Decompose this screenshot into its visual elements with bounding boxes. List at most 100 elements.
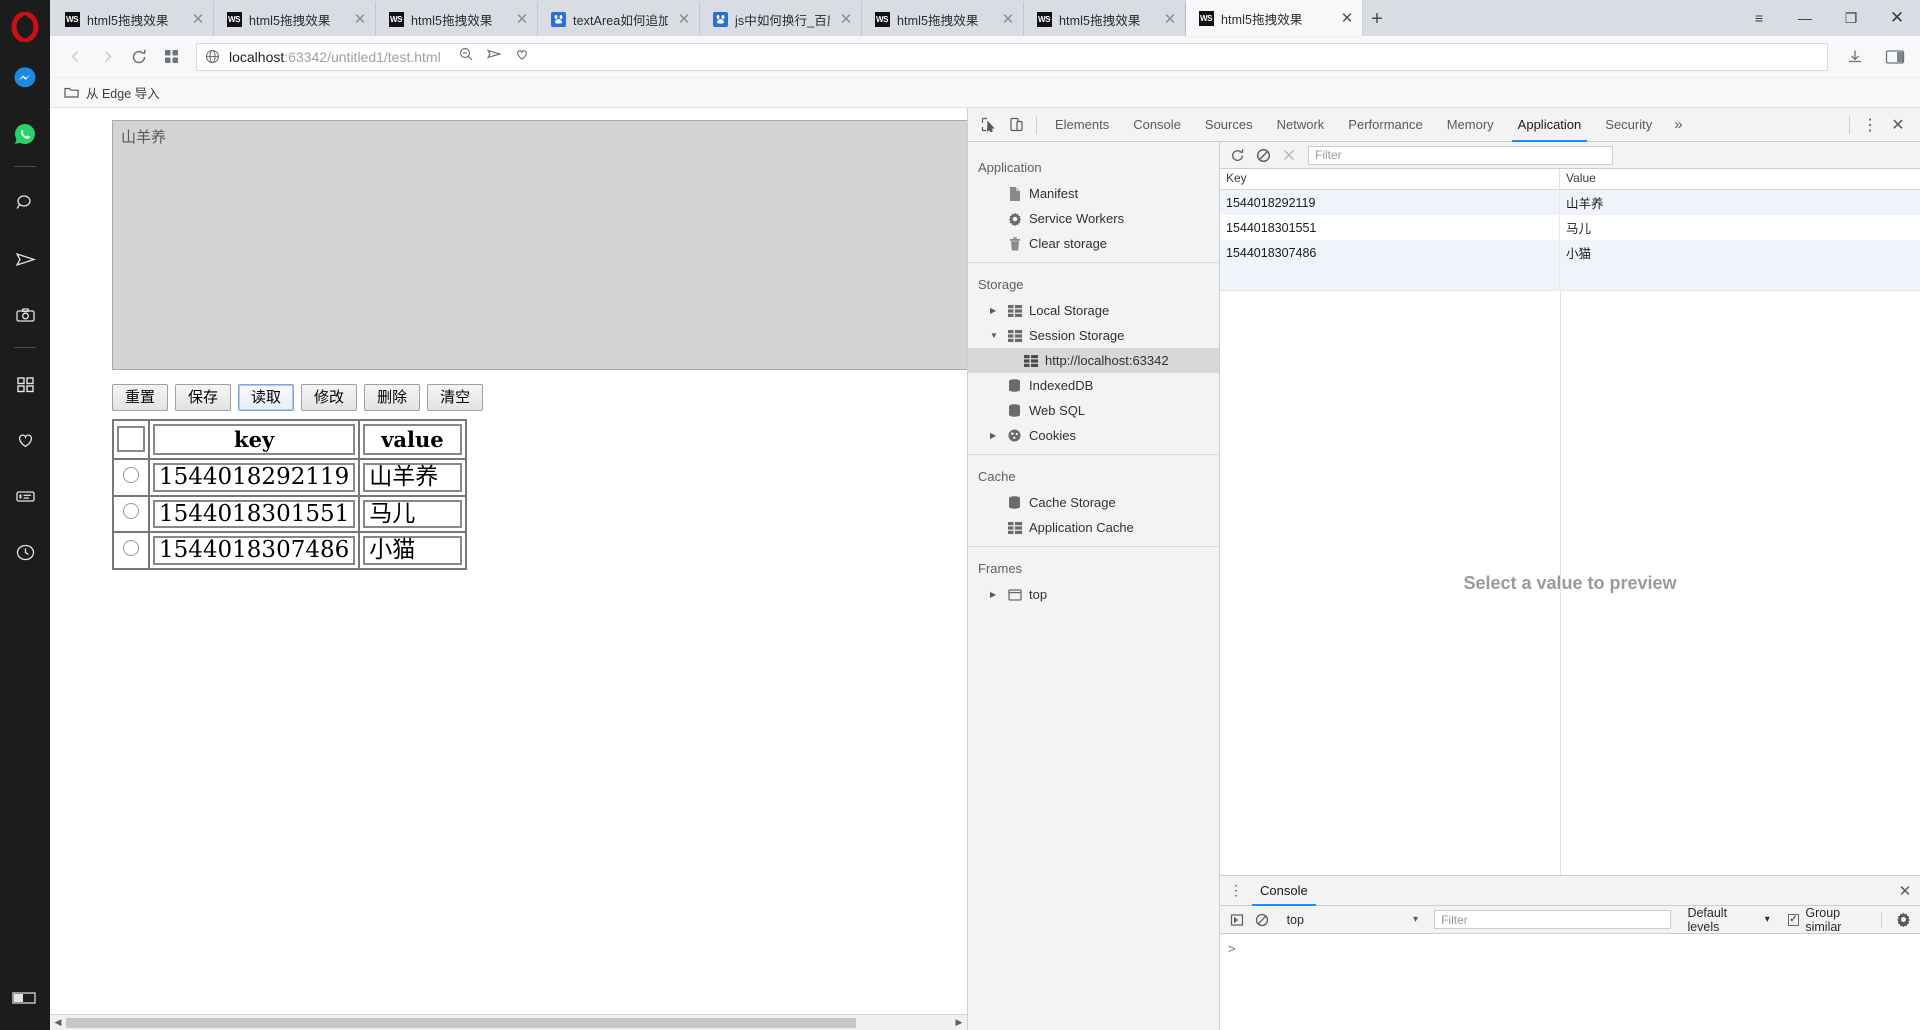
- page-horizontal-scrollbar[interactable]: ◀ ▶: [50, 1014, 967, 1030]
- clear-console-icon[interactable]: [1251, 909, 1272, 931]
- table-row[interactable]: 1544018301551 马儿: [112, 494, 467, 534]
- tab-close-button[interactable]: ✕: [189, 10, 207, 28]
- console-output-area[interactable]: >: [1220, 934, 1920, 1030]
- back-arrow-icon[interactable]: [60, 42, 90, 72]
- search-zoom-icon[interactable]: [458, 46, 474, 67]
- window-menu-button[interactable]: ≡: [1736, 0, 1782, 36]
- tab-security[interactable]: Security: [1593, 108, 1664, 142]
- tab-close-button[interactable]: ✕: [999, 10, 1017, 28]
- messenger-icon[interactable]: [3, 56, 47, 100]
- radio-icon[interactable]: [123, 503, 139, 520]
- maximize-button[interactable]: ❐: [1828, 0, 1874, 36]
- delete-selected-icon[interactable]: [1278, 144, 1300, 166]
- reset-button[interactable]: 重置: [112, 384, 169, 411]
- rail-player-icon[interactable]: [0, 990, 50, 1006]
- checkbox-icon[interactable]: ✓: [1787, 913, 1800, 926]
- column-header-value[interactable]: Value: [1560, 169, 1920, 189]
- minimize-button[interactable]: —: [1782, 0, 1828, 36]
- heart-icon[interactable]: [3, 418, 47, 462]
- tab-0[interactable]: WS html5拖拽效果 ✕: [52, 2, 214, 36]
- sidebar-item-application-cache[interactable]: ▶ Application Cache: [968, 515, 1219, 540]
- devtools-menu-button[interactable]: ⋮: [1856, 111, 1884, 139]
- new-tab-button[interactable]: +: [1362, 2, 1392, 36]
- send-icon[interactable]: [486, 46, 502, 67]
- table-row[interactable]: 1544018301551 马儿: [1220, 215, 1920, 240]
- radio-icon[interactable]: [123, 466, 139, 483]
- delete-button[interactable]: 删除: [364, 384, 421, 411]
- forward-arrow-icon[interactable]: [92, 42, 122, 72]
- reload-arrow-icon[interactable]: [124, 42, 154, 72]
- inspect-element-icon[interactable]: [974, 111, 1002, 139]
- snapshot-icon[interactable]: [3, 293, 47, 337]
- sidebar-item-cookies[interactable]: ▶ Cookies: [968, 423, 1219, 448]
- download-icon[interactable]: [1840, 42, 1870, 72]
- tab-close-button[interactable]: ✕: [837, 10, 855, 28]
- modify-button[interactable]: 修改: [301, 384, 358, 411]
- address-bar[interactable]: localhost:63342/untitled1/test.html: [196, 42, 1828, 71]
- tab-7-active[interactable]: WS html5拖拽效果 ✕: [1186, 0, 1362, 36]
- devtools-close-button[interactable]: ✕: [1884, 111, 1912, 139]
- bookmark-item-edge-import[interactable]: 从 Edge 导入: [86, 83, 160, 102]
- tabs-overflow-button[interactable]: »: [1664, 108, 1692, 142]
- chevron-down-icon[interactable]: ▼: [990, 331, 1000, 340]
- sidebar-item-local-storage[interactable]: ▶ Local Storage: [968, 298, 1219, 323]
- workspaces-icon[interactable]: [3, 362, 47, 406]
- tab-close-button[interactable]: ✕: [1338, 9, 1356, 27]
- clear-all-icon[interactable]: [1252, 144, 1274, 166]
- tab-memory[interactable]: Memory: [1435, 108, 1506, 142]
- table-empty-row[interactable]: [1220, 265, 1920, 290]
- sidebar-item-web-sql[interactable]: ▶ Web SQL: [968, 398, 1219, 423]
- scrollbar-track[interactable]: [66, 1015, 951, 1030]
- scroll-left-arrow[interactable]: ◀: [50, 1018, 66, 1027]
- drawer-close-button[interactable]: ✕: [1890, 876, 1920, 906]
- table-row[interactable]: 1544018307486 小猫: [112, 531, 467, 571]
- row-radio-cell[interactable]: [112, 531, 150, 571]
- tab-2[interactable]: WS html5拖拽效果 ✕: [376, 2, 538, 36]
- sidebar-item-frame-top[interactable]: ▶ top: [968, 582, 1219, 607]
- scroll-right-arrow[interactable]: ▶: [951, 1018, 967, 1027]
- device-toolbar-icon[interactable]: [1002, 111, 1030, 139]
- drop-target-area[interactable]: 山羊养: [112, 120, 967, 370]
- tab-sources[interactable]: Sources: [1193, 108, 1265, 142]
- tab-application[interactable]: Application: [1506, 108, 1594, 142]
- tab-close-button[interactable]: ✕: [675, 10, 693, 28]
- close-window-button[interactable]: ✕: [1874, 0, 1920, 36]
- tab-close-button[interactable]: ✕: [513, 10, 531, 28]
- read-button[interactable]: 读取: [238, 384, 295, 411]
- clear-button[interactable]: 清空: [427, 384, 484, 411]
- table-row[interactable]: 1544018292119 山羊养: [1220, 190, 1920, 215]
- storage-filter-input[interactable]: Filter: [1308, 145, 1613, 165]
- sidebar-item-indexeddb[interactable]: ▶ IndexedDB: [968, 373, 1219, 398]
- tab-4[interactable]: js中如何换行_百度 ✕: [700, 2, 862, 36]
- sidebar-item-session-storage[interactable]: ▼ Session Storage: [968, 323, 1219, 348]
- news-icon[interactable]: [3, 474, 47, 518]
- column-header-key[interactable]: Key: [1220, 169, 1560, 189]
- console-levels-select[interactable]: Default levels ▾: [1687, 906, 1769, 934]
- tab-1[interactable]: WS html5拖拽效果 ✕: [214, 2, 376, 36]
- gear-icon[interactable]: [1892, 909, 1914, 931]
- scrollbar-thumb[interactable]: [66, 1017, 856, 1028]
- sidebar-toggle-icon[interactable]: [1880, 42, 1910, 72]
- table-row[interactable]: 1544018292119 山羊养: [112, 457, 467, 497]
- row-radio-cell[interactable]: [112, 457, 150, 497]
- chevron-right-icon[interactable]: ▶: [990, 431, 1000, 440]
- tab-3[interactable]: textArea如何追加 ✕: [538, 2, 700, 36]
- tab-network[interactable]: Network: [1265, 108, 1337, 142]
- drawer-menu-button[interactable]: ⋮: [1224, 879, 1248, 903]
- speed-dial-grid-icon[interactable]: [156, 42, 186, 72]
- sidebar-item-localhost-origin[interactable]: ▶ http://localhost:63342: [968, 348, 1219, 373]
- group-similar-checkbox[interactable]: ✓ Group similar: [1787, 906, 1877, 934]
- row-radio-cell[interactable]: [112, 494, 150, 534]
- sidebar-item-clear-storage[interactable]: ▶ Clear storage: [968, 231, 1219, 256]
- console-filter-input[interactable]: Filter: [1434, 910, 1672, 929]
- execution-context-select[interactable]: top ▾: [1281, 910, 1425, 930]
- table-row[interactable]: 1544018307486 小猫: [1220, 240, 1920, 265]
- tab-close-button[interactable]: ✕: [1161, 10, 1179, 28]
- search-icon[interactable]: [3, 181, 47, 225]
- drawer-tab-console[interactable]: Console: [1248, 876, 1320, 906]
- sidebar-item-cache-storage[interactable]: ▶ Cache Storage: [968, 490, 1219, 515]
- chevron-right-icon[interactable]: ▶: [990, 590, 1000, 599]
- tab-close-button[interactable]: ✕: [351, 10, 369, 28]
- drop-target-inner[interactable]: [113, 121, 558, 369]
- execution-context-icon[interactable]: [1226, 909, 1247, 931]
